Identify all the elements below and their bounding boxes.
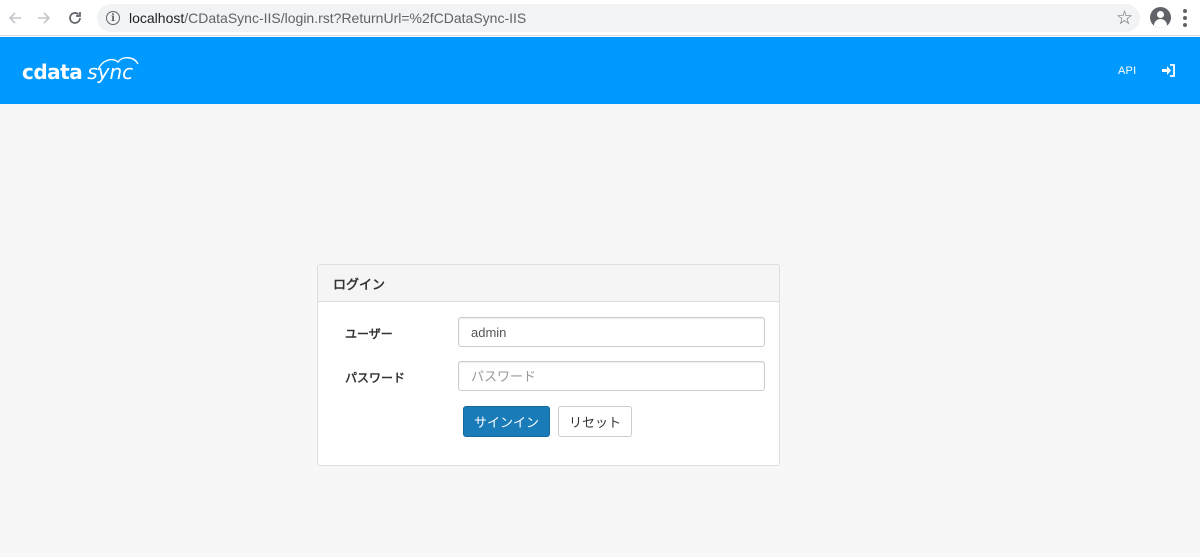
user-input[interactable] bbox=[458, 317, 765, 347]
reload-icon[interactable] bbox=[63, 6, 87, 30]
app-header: cdata sync API bbox=[0, 37, 1200, 104]
address-bar[interactable]: i localhost/CDataSync-IIS/login.rst?Retu… bbox=[97, 4, 1140, 32]
kebab-menu-icon[interactable] bbox=[1183, 9, 1187, 27]
account-circle-icon[interactable] bbox=[1150, 7, 1171, 28]
login-panel: ログイン ユーザー パスワード サインイン リセット bbox=[317, 264, 780, 466]
reset-button[interactable]: リセット bbox=[558, 406, 632, 437]
url-text[interactable]: localhost/CDataSync-IIS/login.rst?Return… bbox=[129, 10, 526, 26]
logo-cdata-text: cdata bbox=[22, 60, 83, 84]
back-arrow-icon[interactable] bbox=[3, 6, 27, 30]
api-link[interactable]: API bbox=[1118, 65, 1136, 77]
login-panel-title: ログイン bbox=[318, 265, 779, 302]
forward-arrow-icon[interactable] bbox=[32, 6, 56, 30]
sign-in-icon[interactable] bbox=[1162, 64, 1176, 77]
star-icon[interactable]: ☆ bbox=[1116, 7, 1133, 30]
cloud-arc-icon bbox=[97, 57, 139, 71]
url-path: /CDataSync-IIS/login.rst?ReturnUrl=%2fCD… bbox=[184, 10, 527, 26]
signin-button[interactable]: サインイン bbox=[463, 406, 550, 437]
url-host: localhost bbox=[129, 10, 185, 26]
password-label: パスワード bbox=[345, 371, 406, 385]
user-label: ユーザー bbox=[345, 327, 393, 341]
browser-toolbar: i localhost/CDataSync-IIS/login.rst?Retu… bbox=[0, 0, 1200, 36]
cdata-sync-logo[interactable]: cdata sync bbox=[22, 54, 139, 86]
info-icon[interactable]: i bbox=[106, 11, 120, 25]
password-input[interactable] bbox=[458, 361, 765, 391]
